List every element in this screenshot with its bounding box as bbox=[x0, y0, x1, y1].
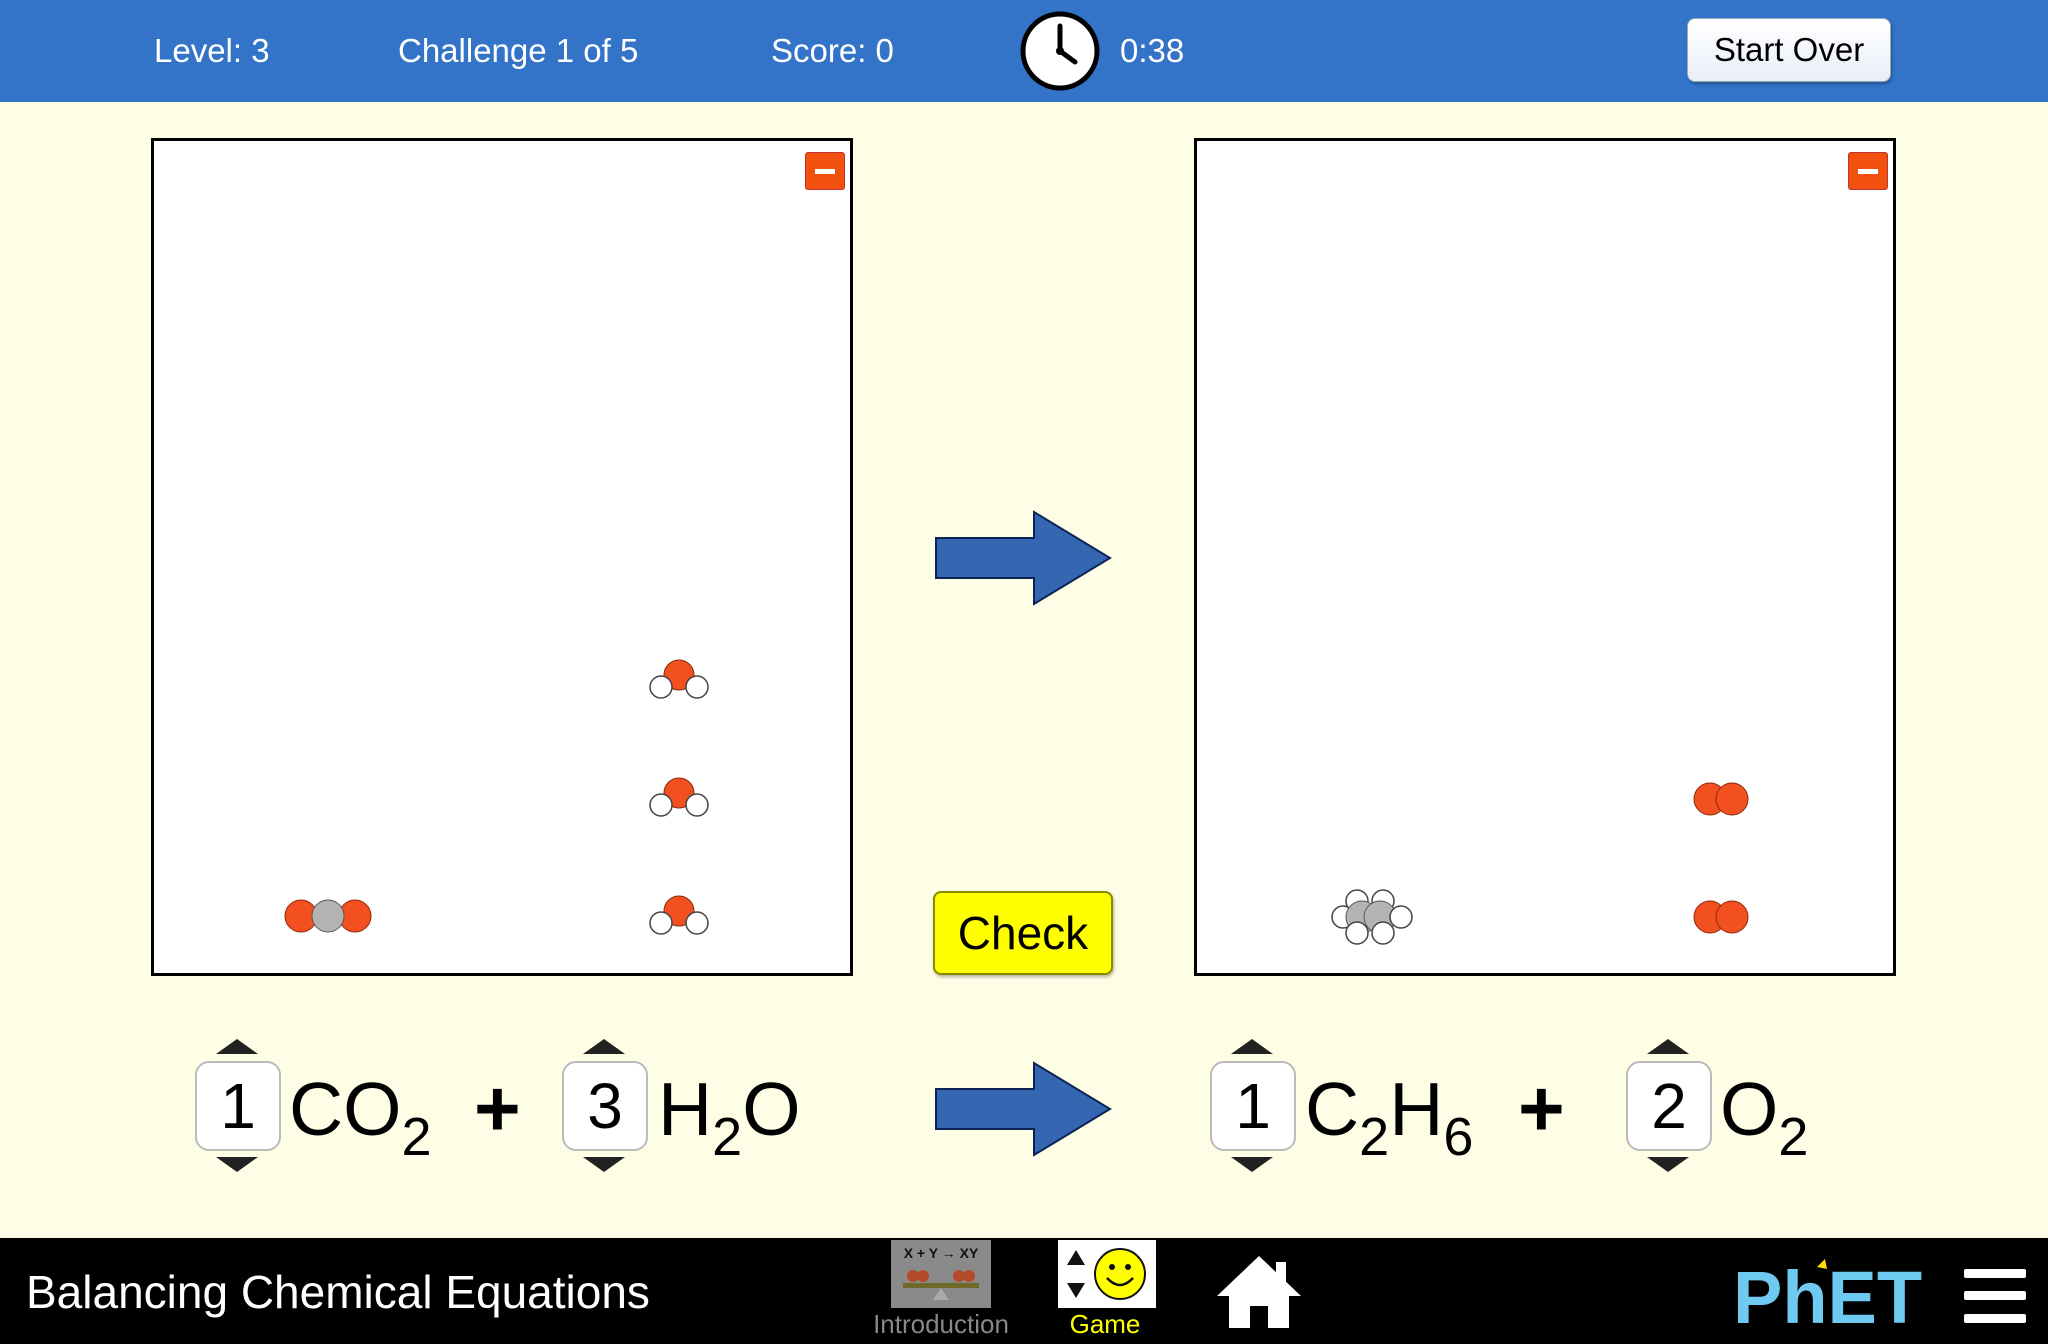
check-button[interactable]: Check bbox=[933, 891, 1113, 975]
h2o-coefficient[interactable]: 3 bbox=[562, 1061, 648, 1151]
o2-formula: O2 bbox=[1720, 1067, 1809, 1167]
reaction-arrow-icon bbox=[935, 510, 1112, 606]
products-box bbox=[1194, 138, 1896, 976]
phet-logo-text: PhET bbox=[1733, 1259, 1922, 1331]
introduction-screen-icon: X + Y → XY bbox=[891, 1240, 991, 1308]
game-screen-label[interactable]: Game bbox=[1034, 1309, 1176, 1340]
c2h6-coefficient-increment-button[interactable] bbox=[1231, 1039, 1273, 1054]
game-screen-button[interactable] bbox=[1058, 1240, 1156, 1308]
o2-molecule bbox=[1693, 900, 1749, 934]
introduction-screen-button[interactable]: X + Y → XY bbox=[891, 1240, 991, 1308]
phet-logo[interactable]: PhET bbox=[1733, 1259, 1929, 1331]
challenge-text: Challenge 1 of 5 bbox=[398, 32, 639, 69]
co2-coefficient-increment-button[interactable] bbox=[216, 1039, 258, 1054]
h2o-coefficient-decrement-button[interactable] bbox=[583, 1157, 625, 1172]
co2-formula: CO2 bbox=[289, 1067, 432, 1167]
clock-icon bbox=[1020, 11, 1100, 91]
start-over-button[interactable]: Start Over bbox=[1687, 18, 1891, 82]
o2-coefficient-increment-button[interactable] bbox=[1647, 1039, 1689, 1054]
game-screen-icon bbox=[1058, 1240, 1156, 1308]
co2-coefficient-decrement-button[interactable] bbox=[216, 1157, 258, 1172]
products-collapse-button[interactable] bbox=[1848, 152, 1888, 190]
h2o-molecule bbox=[649, 895, 709, 935]
o2-molecule bbox=[1693, 782, 1749, 816]
h2o-molecule bbox=[649, 777, 709, 817]
c2h6-coefficient-decrement-button[interactable] bbox=[1231, 1157, 1273, 1172]
equation-arrow-icon bbox=[935, 1061, 1112, 1157]
status-bar: Level: 3 Challenge 1 of 5 Score: 0 0:38 … bbox=[0, 0, 2048, 102]
h2o-formula: H2O bbox=[658, 1067, 801, 1167]
reactants-box bbox=[151, 138, 853, 976]
introduction-screen-label[interactable]: Introduction bbox=[871, 1309, 1011, 1340]
hamburger-menu-icon[interactable] bbox=[1964, 1269, 2026, 1323]
plus-sign: + bbox=[474, 1064, 521, 1153]
score-text: Score: 0 bbox=[771, 32, 894, 69]
co2-molecule bbox=[284, 899, 372, 933]
c2h6-coefficient[interactable]: 1 bbox=[1210, 1061, 1296, 1151]
sim-title: Balancing Chemical Equations bbox=[26, 1266, 650, 1318]
home-icon[interactable] bbox=[1214, 1252, 1304, 1332]
timer-text: 0:38 bbox=[1120, 32, 1185, 69]
c2h6-formula: C2H6 bbox=[1305, 1067, 1474, 1167]
o2-coefficient-decrement-button[interactable] bbox=[1647, 1157, 1689, 1172]
plus-sign: + bbox=[1518, 1064, 1565, 1153]
h2o-coefficient-increment-button[interactable] bbox=[583, 1039, 625, 1054]
co2-coefficient[interactable]: 1 bbox=[195, 1061, 281, 1151]
reactants-collapse-button[interactable] bbox=[805, 152, 845, 190]
level-text: Level: 3 bbox=[154, 32, 270, 69]
h2o-molecule bbox=[649, 659, 709, 699]
c2h6-molecule bbox=[1331, 889, 1413, 945]
o2-coefficient[interactable]: 2 bbox=[1626, 1061, 1712, 1151]
introduction-icon-text: X + Y → XY bbox=[904, 1245, 979, 1261]
